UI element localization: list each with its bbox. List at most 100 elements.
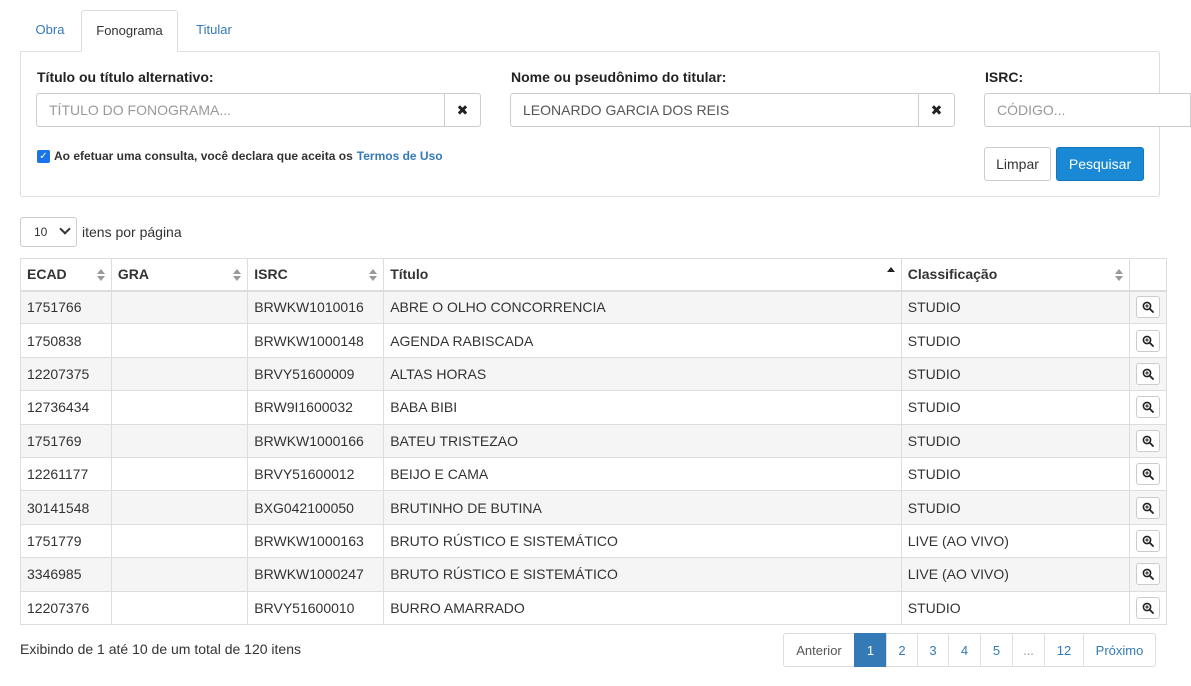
tab-obra[interactable]: Obra	[20, 10, 80, 52]
cell-isrc: BRWKW1000163	[247, 523, 385, 559]
sort-icon	[1114, 269, 1123, 281]
view-details-button[interactable]	[1135, 329, 1160, 352]
cell-gra	[110, 423, 249, 458]
table-row: 12207376 BRVY51600010 BURRO AMARRADO STUDIO	[20, 590, 1168, 625]
table-row: 12207375 BRVY51600009 ALTAS HORAS STUDIO	[20, 356, 1168, 392]
cell-gra	[110, 356, 249, 392]
cell-classificacao: STUDIO	[900, 356, 1130, 392]
tab-titular[interactable]: Titular	[180, 10, 248, 52]
table-body: 1751766 BRWKW1010016 ABRE O OLHO CONCORREN…	[20, 289, 1168, 625]
cell-gra	[110, 557, 249, 592]
title-input[interactable]	[36, 93, 444, 127]
cell-titulo: BRUTINHO DE BUTINA	[383, 490, 902, 525]
cell-actions	[1128, 557, 1168, 592]
table-row: 1750838 BRWKW1000148 AGENDA RABISCADA STUDI…	[20, 323, 1168, 358]
cell-ecad: 1750838	[20, 323, 112, 358]
terms-link[interactable]: Termos de Uso	[357, 149, 443, 163]
page-1-link[interactable]: 1	[854, 633, 887, 667]
isrc-input[interactable]	[984, 93, 1190, 127]
column-header-titulo[interactable]: Título	[383, 258, 902, 292]
header-label: Título	[390, 266, 429, 283]
column-header-ecad[interactable]: ECAD	[20, 258, 112, 292]
clear-title-button[interactable]: ✖	[444, 93, 481, 127]
cell-actions	[1128, 323, 1168, 358]
table-row: 12261177 BRVY51600012 BEIJO E CAMA STUDIO	[20, 456, 1168, 492]
view-details-button[interactable]	[1135, 429, 1160, 452]
cell-gra	[110, 390, 249, 425]
column-header-isrc[interactable]: ISRC	[247, 258, 385, 292]
clear-button[interactable]: Limpar	[984, 147, 1051, 181]
results-table: ECAD GRA ISRC Título Classificação 17517…	[20, 258, 1168, 625]
page-3-link[interactable]: 3	[917, 633, 949, 667]
sort-icon	[233, 269, 242, 281]
cell-actions	[1128, 490, 1168, 525]
cell-ecad: 12207376	[20, 590, 112, 625]
view-details-button[interactable]	[1135, 496, 1160, 519]
search-button[interactable]: Pesquisar	[1056, 147, 1144, 181]
cell-classificacao: STUDIO	[900, 590, 1130, 625]
zoom-in-icon	[1142, 502, 1154, 514]
zoom-in-icon	[1142, 335, 1154, 347]
table-row: 1751766 BRWKW1010016 ABRE O OLHO CONCORREN…	[20, 289, 1168, 325]
terms-agreement: ✓ Ao efetuar uma consulta, você declara …	[37, 149, 443, 163]
cell-isrc: BXG042100050	[247, 490, 385, 525]
column-header-gra[interactable]: GRA	[110, 258, 249, 292]
page-5-link[interactable]: 5	[980, 633, 1013, 667]
cell-titulo: BABA BIBI	[383, 390, 902, 425]
cell-ecad: 12207375	[20, 356, 112, 392]
zoom-in-icon	[1142, 535, 1154, 547]
cell-classificacao: STUDIO	[900, 490, 1130, 525]
view-details-button[interactable]	[1135, 296, 1160, 319]
sort-icon	[96, 269, 105, 281]
terms-checkbox[interactable]: ✓	[37, 149, 50, 163]
view-details-button[interactable]	[1135, 396, 1160, 419]
holder-input[interactable]	[510, 93, 918, 127]
title-input-group: ✖	[36, 93, 481, 127]
cell-actions	[1128, 523, 1168, 559]
cell-gra	[110, 490, 249, 525]
view-details-button[interactable]	[1135, 463, 1160, 486]
zoom-in-icon	[1142, 401, 1154, 414]
table-header-row: ECAD GRA ISRC Título Classificação	[20, 258, 1168, 292]
tab-fonograma[interactable]: Fonograma	[81, 10, 178, 52]
page-size-value: 10	[34, 225, 48, 239]
cell-actions	[1128, 423, 1168, 458]
header-label: ECAD	[27, 266, 67, 283]
page-4-link[interactable]: 4	[948, 633, 981, 667]
page-12-link[interactable]: 12	[1044, 633, 1084, 667]
cell-ecad: 1751779	[20, 523, 112, 559]
cell-ecad: 12261177	[20, 456, 112, 492]
cell-gra	[110, 590, 249, 625]
header-label: GRA	[117, 266, 150, 283]
cell-classificacao: LIVE (AO VIVO)	[900, 523, 1130, 559]
cell-isrc: BRW9I1600032	[247, 390, 385, 425]
close-icon: ✖	[930, 101, 943, 118]
clear-holder-button[interactable]: ✖	[918, 93, 955, 127]
holder-field-label: Nome ou pseudônimo do titular:	[511, 69, 727, 85]
cell-ecad: 12736434	[20, 390, 112, 425]
view-details-button[interactable]	[1135, 596, 1160, 619]
cell-gra	[110, 289, 249, 325]
sort-ascending-icon	[886, 267, 895, 279]
cell-classificacao: STUDIO	[900, 323, 1130, 358]
table-row: 30141548 BXG042100050 BRUTINHO DE BUTINA ST…	[20, 490, 1168, 525]
page-size-select[interactable]: 10	[20, 217, 77, 247]
table-row: 12736434 BRW9I1600032 BABA BIBI STUDIO	[20, 390, 1168, 425]
cell-gra	[110, 523, 249, 559]
view-details-button[interactable]	[1135, 529, 1160, 552]
cell-isrc: BRWKW1000247	[247, 557, 385, 592]
cell-titulo: ABRE O OLHO CONCORRENCIA	[383, 289, 902, 325]
page-2-link[interactable]: 2	[886, 633, 918, 667]
header-label: ISRC	[254, 266, 288, 283]
cell-ecad: 1751769	[20, 423, 112, 458]
zoom-in-icon	[1142, 468, 1154, 481]
previous-page-button[interactable]: Anterior	[783, 633, 855, 667]
view-details-button[interactable]	[1135, 563, 1160, 586]
table-row: 3346985 BRWKW1000247 BRUTO RÚSTICO E SISTE…	[20, 557, 1168, 592]
cell-titulo: AGENDA RABISCADA	[383, 323, 902, 358]
next-page-button[interactable]: Próximo	[1083, 633, 1156, 667]
results-summary: Exibindo de 1 até 10 de um total de 120 …	[20, 641, 301, 657]
view-details-button[interactable]	[1135, 362, 1160, 385]
page-size-label: itens por página	[82, 224, 182, 240]
column-header-classificacao[interactable]: Classificação	[900, 258, 1130, 292]
